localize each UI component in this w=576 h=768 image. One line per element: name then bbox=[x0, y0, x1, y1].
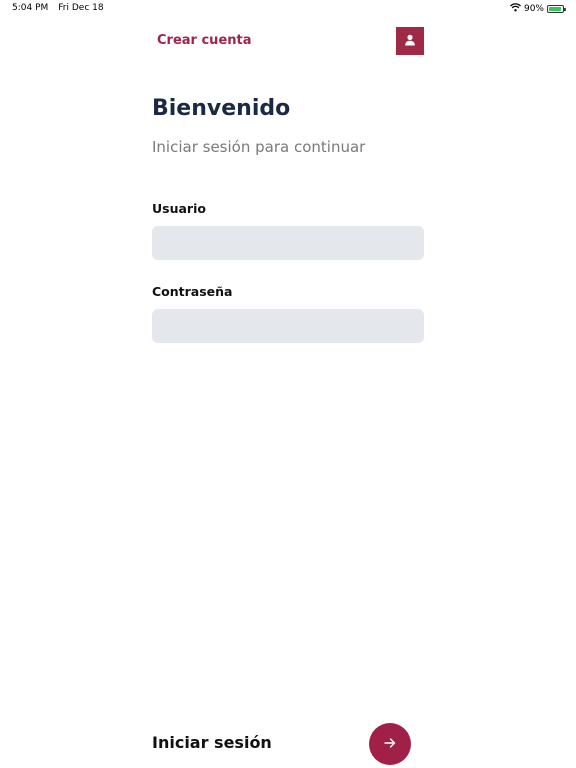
username-input[interactable] bbox=[152, 226, 424, 260]
login-screen: 5:04 PM Fri Dec 18 90% Crear cuenta Bien… bbox=[0, 0, 576, 768]
user-icon bbox=[404, 34, 416, 49]
wifi-icon bbox=[510, 3, 521, 15]
page-title: Bienvenido bbox=[152, 96, 291, 121]
status-left: 5:04 PM Fri Dec 18 bbox=[12, 3, 104, 13]
password-label: Contraseña bbox=[152, 284, 233, 299]
status-time: 5:04 PM bbox=[12, 3, 49, 13]
submit-login-button[interactable] bbox=[369, 723, 411, 765]
status-right: 90% bbox=[510, 3, 566, 15]
create-account-link[interactable]: Crear cuenta bbox=[157, 33, 252, 48]
username-label: Usuario bbox=[152, 201, 206, 216]
arrow-right-icon bbox=[383, 736, 397, 753]
profile-button[interactable] bbox=[396, 27, 424, 55]
status-bar: 5:04 PM Fri Dec 18 90% bbox=[0, 0, 576, 18]
battery-fill bbox=[549, 7, 561, 11]
password-input[interactable] bbox=[152, 309, 424, 343]
battery-icon bbox=[547, 5, 566, 13]
battery-percent: 90% bbox=[523, 4, 544, 14]
status-date: Fri Dec 18 bbox=[58, 3, 104, 13]
page-subtitle: Iniciar sesión para continuar bbox=[152, 138, 366, 156]
login-label: Iniciar sesión bbox=[152, 733, 272, 752]
